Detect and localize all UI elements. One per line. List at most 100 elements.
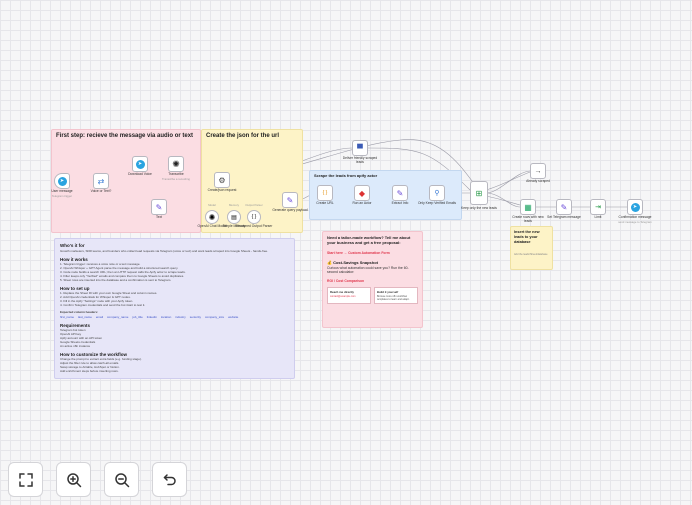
column-chip: job_title <box>132 314 143 319</box>
sticky-insert-leads: Insert the new leads to your database Ad… <box>510 226 553 270</box>
parser-port-label: Output Parser <box>245 203 263 207</box>
column-chip: linkedin <box>146 314 157 319</box>
voice-or-text-switch-node[interactable]: ⇄ <box>93 173 109 189</box>
download-voice-label: Download Voice <box>128 172 152 176</box>
limit-label: Limit <box>594 215 602 219</box>
text-label: Text <box>155 215 163 219</box>
create-url-label: Create URL <box>316 201 334 205</box>
arrow-right-icon: → <box>534 167 542 175</box>
run-actor-node[interactable]: ◆ <box>354 185 370 201</box>
fit-view-icon <box>18 472 33 487</box>
card-diy-body: Browse more n8n workflow templates to le… <box>377 294 410 301</box>
extract-info-node[interactable]: ✎ <box>392 185 408 201</box>
pencil-icon: ✎ <box>560 202 568 212</box>
only-keep-label: Only Keep Verified Emails <box>417 201 457 205</box>
pencil-icon: ✎ <box>155 202 163 212</box>
reset-zoom-icon <box>163 473 176 485</box>
telegram-icon: ➤ <box>630 202 640 212</box>
promo-title: Need a tailor-made workflow? Tell me abo… <box>327 235 411 246</box>
only-keep-filter-node[interactable]: ⚲ <box>429 185 445 201</box>
code-icon: { } <box>322 190 328 196</box>
promo-note: Need a tailor-made workflow? Tell me abo… <box>322 231 423 328</box>
telegram-icon: ➤ <box>135 159 145 169</box>
voice-or-text-label: Voice or Text? <box>90 189 112 193</box>
download-voice-node[interactable]: ➤ <box>132 156 148 172</box>
reset-zoom-button[interactable] <box>152 462 187 497</box>
zoom-in-button[interactable] <box>56 462 91 497</box>
pencil-icon: ✎ <box>286 195 294 205</box>
promo-subhead: 💰 Cost-Savings Snapshot <box>327 259 378 265</box>
database-icon: ▤ <box>231 214 237 221</box>
generate-query-node[interactable]: ✎ <box>282 192 298 208</box>
get-message-node[interactable]: ✎ <box>556 199 572 215</box>
create-json-agent-node[interactable]: ⚙ <box>214 172 230 188</box>
keep-new-leads-node[interactable]: ⊞ <box>470 181 488 205</box>
column-chip: website <box>228 314 239 319</box>
structured-parser-node[interactable]: { } <box>247 210 261 224</box>
limit-node[interactable]: ⇥ <box>590 199 606 215</box>
merge-icon: ⊞ <box>475 188 483 198</box>
transcribe-sub: Transcribe a recording <box>162 177 190 181</box>
sticky-insert-leads-sub: Add the leads/Sheet/database <box>514 252 548 256</box>
limit-icon: ⇥ <box>595 204 601 211</box>
fit-view-button[interactable] <box>8 462 43 497</box>
deliver-content-node[interactable]: ▀ <box>352 140 368 156</box>
column-chip: last_name <box>78 314 92 319</box>
pencil-icon: ✎ <box>396 188 404 198</box>
create-rows-label: Create rows with new leads <box>512 215 544 223</box>
column-chip: industry <box>175 314 186 319</box>
create-url-node[interactable]: { } <box>317 185 333 201</box>
generate-query-label: Generate query payload <box>272 208 308 212</box>
customize-line: Add enrichment steps before inserting ro… <box>60 368 119 373</box>
structured-parser-label: Structured Output Parser <box>235 224 273 228</box>
works-line: 5. Sheet rows are inserted into the data… <box>60 278 172 283</box>
code-icon: { } <box>251 214 257 220</box>
guide-title: Who's it for <box>60 243 85 248</box>
openai-icon: ✺ <box>208 212 216 222</box>
sticky-scrape-leads-title: Scrape the leads from apify actor <box>314 173 378 178</box>
zoom-out-button[interactable] <box>104 462 139 497</box>
sticky-create-json-title: Create the json for the url <box>206 133 280 139</box>
create-json-label: Create/json request <box>207 188 237 192</box>
zoom-in-icon <box>66 472 81 487</box>
deliver-content-label: Deliver friendly scraped leads <box>342 156 378 164</box>
zoom-out-icon <box>114 472 129 487</box>
setup-line: 4. Confirm Telegram credentials and send… <box>60 303 146 308</box>
req-line: An active n8n instance <box>60 343 91 348</box>
filter-icon: ⚲ <box>434 190 440 197</box>
openai-icon: ✺ <box>172 158 180 169</box>
promo-cards: Reach me directly contact@example.com Bu… <box>327 286 418 304</box>
column-chip: company_size <box>204 314 225 319</box>
column-chip: location <box>160 314 172 319</box>
promo-card-contact: Reach me directly contact@example.com <box>327 286 371 304</box>
card-contact-title: Reach me directly <box>330 289 354 294</box>
text-node[interactable]: ✎ <box>151 199 167 215</box>
already-scraped-node[interactable]: → <box>530 163 546 179</box>
comment-icon: ▀ <box>357 143 363 153</box>
columns-list: first_name last_name email company_name … <box>60 315 289 319</box>
sticky-insert-leads-title: Insert the new leads to your database <box>514 230 540 244</box>
apify-icon: ◆ <box>358 188 366 198</box>
promo-body: Curious what automation could save you? … <box>327 265 409 275</box>
promo-form-link[interactable]: Start here → Custom Automation Form <box>327 251 418 255</box>
sheets-icon: ▦ <box>524 202 532 212</box>
extract-info-label: Extract Info <box>391 201 409 205</box>
telegram-trigger-node[interactable]: ➤ <box>54 173 70 189</box>
confirmation-sub: send message to Telegram <box>618 220 652 224</box>
simple-memory-node[interactable]: ▤ <box>227 210 241 224</box>
telegram-trigger-sub: Telegram trigger <box>51 194 73 198</box>
telegram-icon: ➤ <box>57 176 67 186</box>
already-scraped-label: Already scraped <box>526 179 550 183</box>
openai-chat-model-node[interactable]: ✺ <box>205 210 219 224</box>
transcribe-node[interactable]: ✺ <box>168 156 184 172</box>
confirmation-node[interactable]: ➤ <box>627 199 643 215</box>
keep-new-label: Keep only the new leads <box>461 206 497 210</box>
run-actor-label: Run an Actor <box>352 201 372 205</box>
column-chip: first_name <box>60 314 75 319</box>
robot-icon: ⚙ <box>218 175 226 185</box>
guide-note: Who's it for Growth marketers, SDR teams… <box>54 238 295 379</box>
promo-roi-link[interactable]: ROI / Cost Comparison <box>327 279 418 283</box>
card-contact-link[interactable]: contact@example.com <box>330 295 368 298</box>
create-rows-node[interactable]: ▦ <box>520 199 536 215</box>
guide-intro: Growth marketers, SDR teams, and founder… <box>60 249 269 253</box>
